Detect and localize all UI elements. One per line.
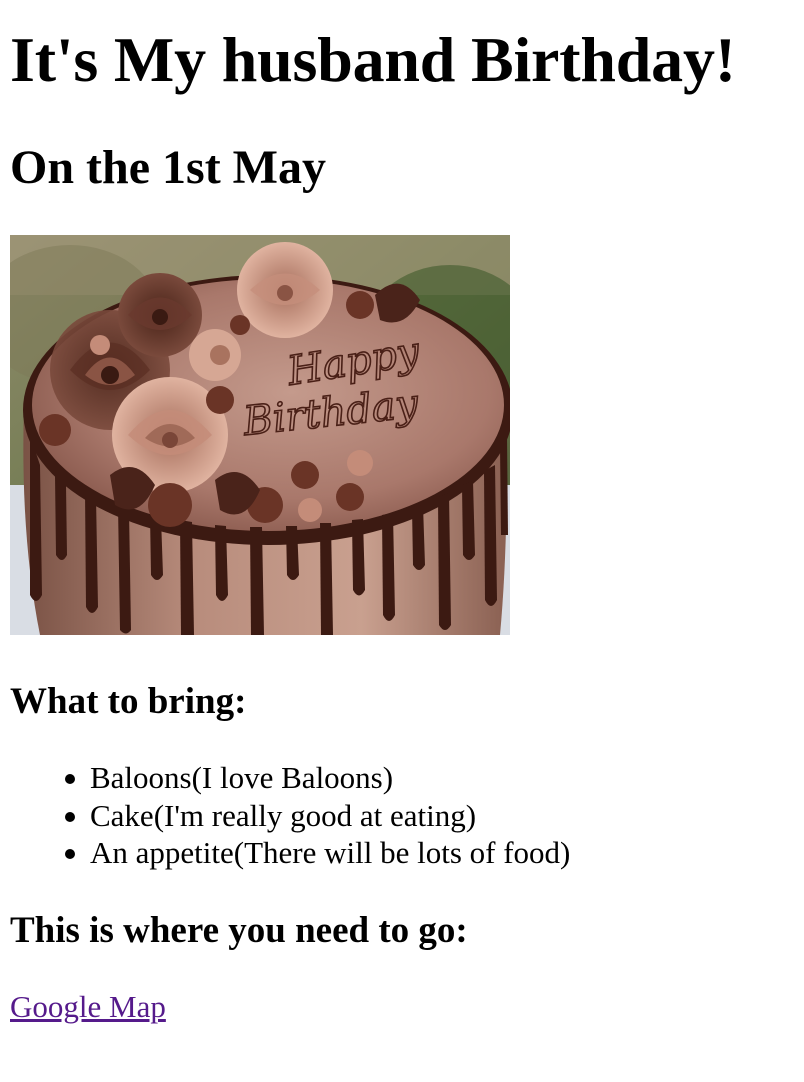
bring-heading: What to bring: bbox=[10, 681, 247, 722]
list-item-text: An appetite(There will be lots of food) bbox=[90, 835, 571, 870]
list-item: Cake(I'm really good at eating) bbox=[65, 797, 570, 835]
list-item-text: Cake(I'm really good at eating) bbox=[90, 797, 477, 833]
list-item: An appetite(There will be lots of food) bbox=[65, 834, 571, 872]
list-item-text: Baloons(I love Baloons) bbox=[90, 760, 394, 795]
list-item: Baloons(I love Baloons) bbox=[65, 759, 570, 797]
page-title: It's My husband Birthday! bbox=[10, 24, 736, 95]
date-heading: On the 1st May bbox=[10, 141, 326, 194]
cake-image: Happy Birthday bbox=[10, 235, 510, 635]
where-heading: This is where you need to go: bbox=[10, 910, 468, 951]
bullet-icon bbox=[65, 774, 75, 784]
bring-list: Baloons(I love Baloons) Cake(I'm really … bbox=[10, 759, 570, 872]
bullet-icon bbox=[65, 811, 75, 822]
bullet-icon bbox=[65, 849, 75, 859]
google-map-link[interactable]: Google Map bbox=[10, 988, 166, 1025]
